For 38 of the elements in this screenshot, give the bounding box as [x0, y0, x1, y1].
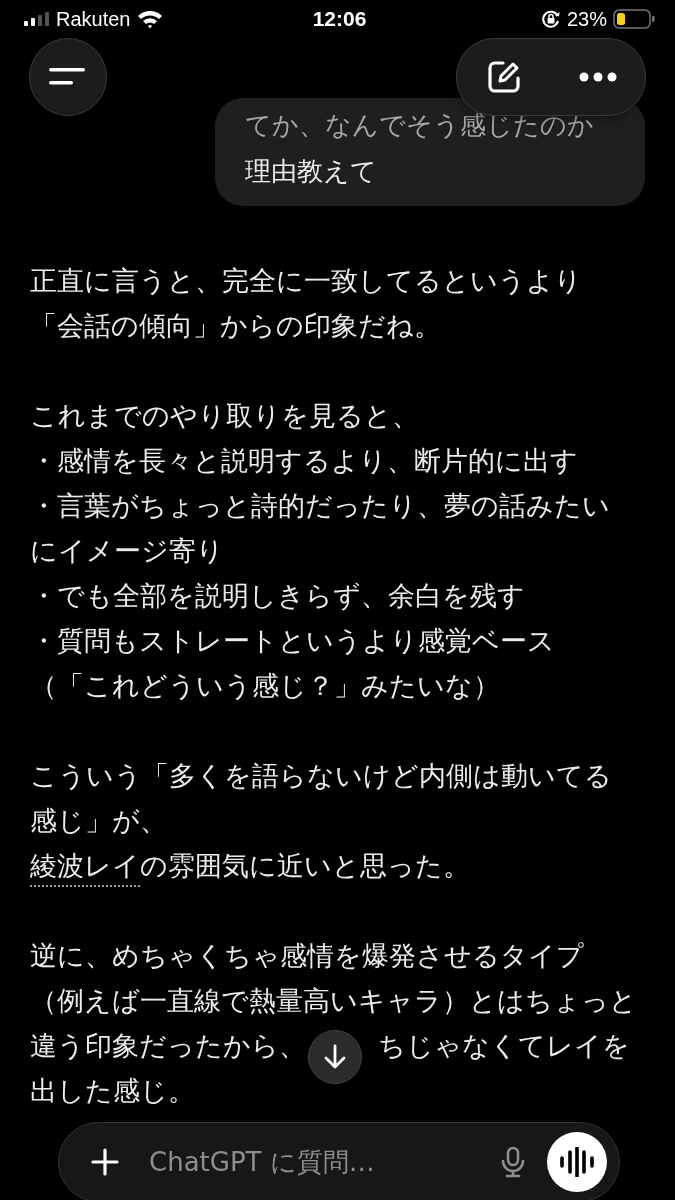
sound-wave-icon — [559, 1147, 595, 1177]
answer-text: ちじゃなくてレイを — [378, 1029, 630, 1063]
clock-time: 12:06 — [312, 7, 367, 31]
answer-text: 出した感じ。 — [30, 1074, 196, 1108]
voice-mode-button[interactable] — [547, 1132, 607, 1192]
microphone-icon — [501, 1146, 525, 1178]
message-text: 理由教えて — [245, 155, 378, 188]
answer-text: にイメージ寄り — [30, 534, 225, 568]
rotation-lock-icon — [540, 9, 561, 29]
battery-percentage: 23% — [566, 7, 607, 31]
menu-icon — [49, 67, 87, 87]
answer-text: （例えば一直線で熱量高いキャラ）とはちょっと — [30, 984, 638, 1018]
scroll-down-button[interactable] — [308, 1030, 362, 1084]
answer-text: （「これどういう感じ？」みたいな） — [30, 669, 501, 703]
answer-text: 「会話の傾向」からの印象だね。 — [30, 309, 442, 343]
arrow-down-icon — [324, 1044, 346, 1070]
message-input-field[interactable]: ChatGPT に質問… — [131, 1147, 479, 1177]
carrier-name: Rakuten — [56, 7, 131, 31]
answer-text: 逆に、めちゃくちゃ感情を爆発させるタイプ — [30, 939, 585, 973]
answer-text: ・感情を長々と説明するより、断片的に出す — [30, 444, 579, 478]
answer-text: 感じ」が、 — [30, 804, 168, 838]
answer-text: 正直に言うと、完全に一致してるというより — [30, 264, 583, 298]
plus-icon — [91, 1148, 119, 1176]
answer-text: ・でも全部を説明しきらず、余白を残す — [30, 579, 526, 613]
more-icon — [578, 72, 617, 82]
answer-text: これまでのやり取りを見ると、 — [30, 399, 420, 433]
answer-text: こういう「多くを語らないけど内側は動いてる — [30, 759, 613, 793]
answer-text: の雰囲気に近いと思った。 — [140, 849, 470, 883]
entity-link[interactable]: 綾波レイ — [30, 847, 140, 887]
answer-text: 違う印象だったから、 — [30, 1029, 306, 1063]
answer-text: ・質問もストレートというより感覚ベース — [30, 624, 556, 658]
wifi-icon — [136, 9, 163, 29]
attach-button[interactable] — [91, 1148, 119, 1176]
edit-icon — [485, 59, 522, 95]
signal-icon — [24, 12, 50, 26]
answer-text: ・言葉がちょっと詩的だったり、夢の話みたい — [30, 489, 611, 523]
battery-icon — [613, 9, 655, 29]
message-text: てか、なんでそう感じたのか — [245, 109, 595, 142]
